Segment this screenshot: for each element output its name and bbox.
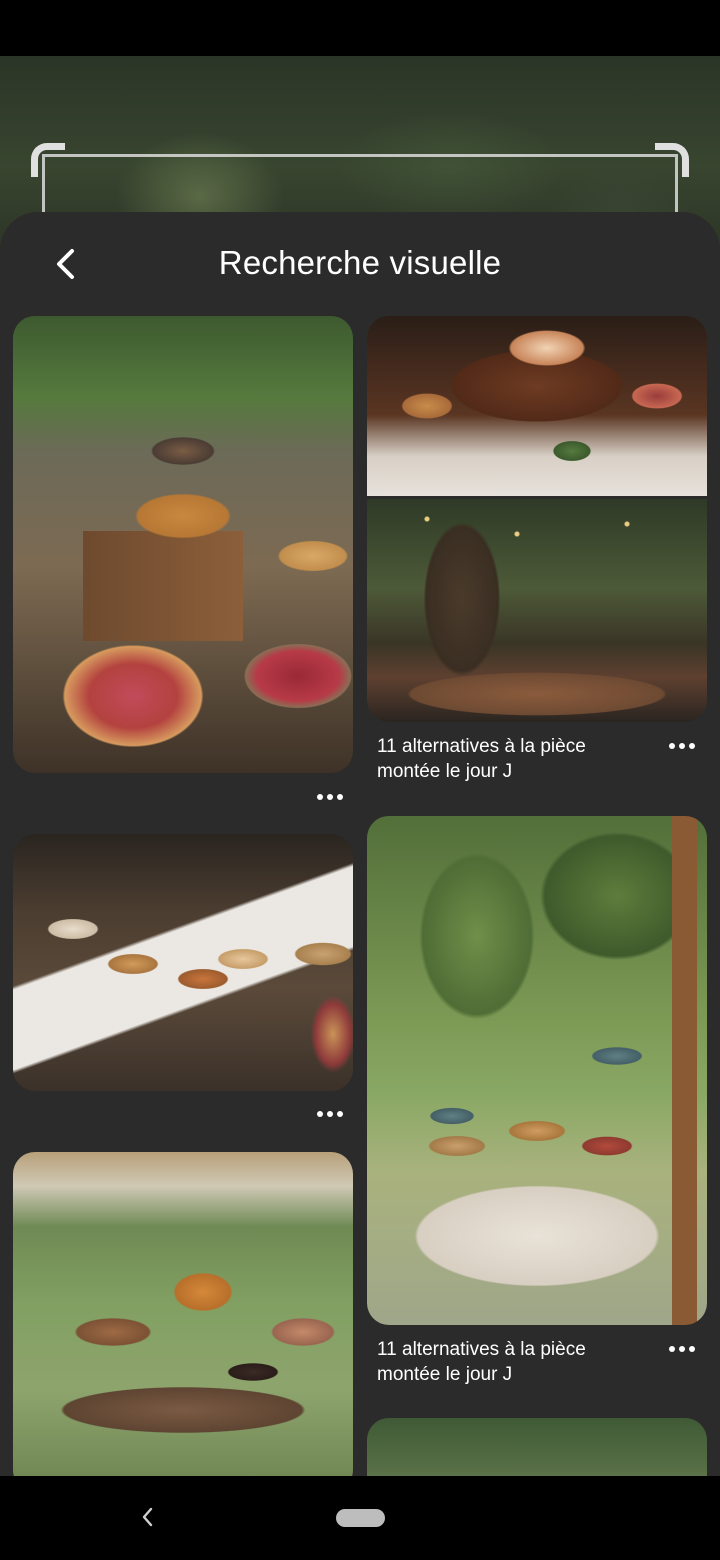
status-bar [0,0,720,56]
more-horizontal-icon [669,743,675,749]
crop-handle-top-right[interactable] [655,143,689,177]
pin-caption[interactable]: 11 alternatives à la pièce montée le jou… [377,734,637,784]
sheet-header: Recherche visuelle [0,212,720,316]
pin-image-round-table[interactable] [367,816,707,1325]
more-options-button[interactable] [662,1337,702,1361]
pin-image-donuts[interactable] [13,1152,353,1476]
crop-handle-top-left[interactable] [31,143,65,177]
more-horizontal-icon [317,1111,323,1117]
more-options-button[interactable] [310,785,350,809]
pin-image-pies-stumps[interactable] [13,834,353,1091]
page-title: Recherche visuelle [218,244,502,281]
home-pill[interactable] [336,1509,385,1527]
pin-caption[interactable]: 11 alternatives à la pièce montée le jou… [377,1337,637,1387]
more-horizontal-icon [669,1346,675,1352]
more-options-button[interactable] [310,1102,350,1126]
results-sheet: Recherche visuelle 11 alternatives à la … [0,212,720,1476]
collage-image-bottom [367,499,707,722]
nav-back-button[interactable] [134,1500,160,1534]
pin-image-collage[interactable] [367,316,707,722]
collage-image-top [367,316,707,496]
more-horizontal-icon [317,794,323,800]
nav-back-icon [142,1507,153,1527]
pin-image-pies-rustic[interactable] [13,316,353,773]
pin-image-partial[interactable] [367,1418,707,1476]
more-options-button[interactable] [662,734,702,758]
